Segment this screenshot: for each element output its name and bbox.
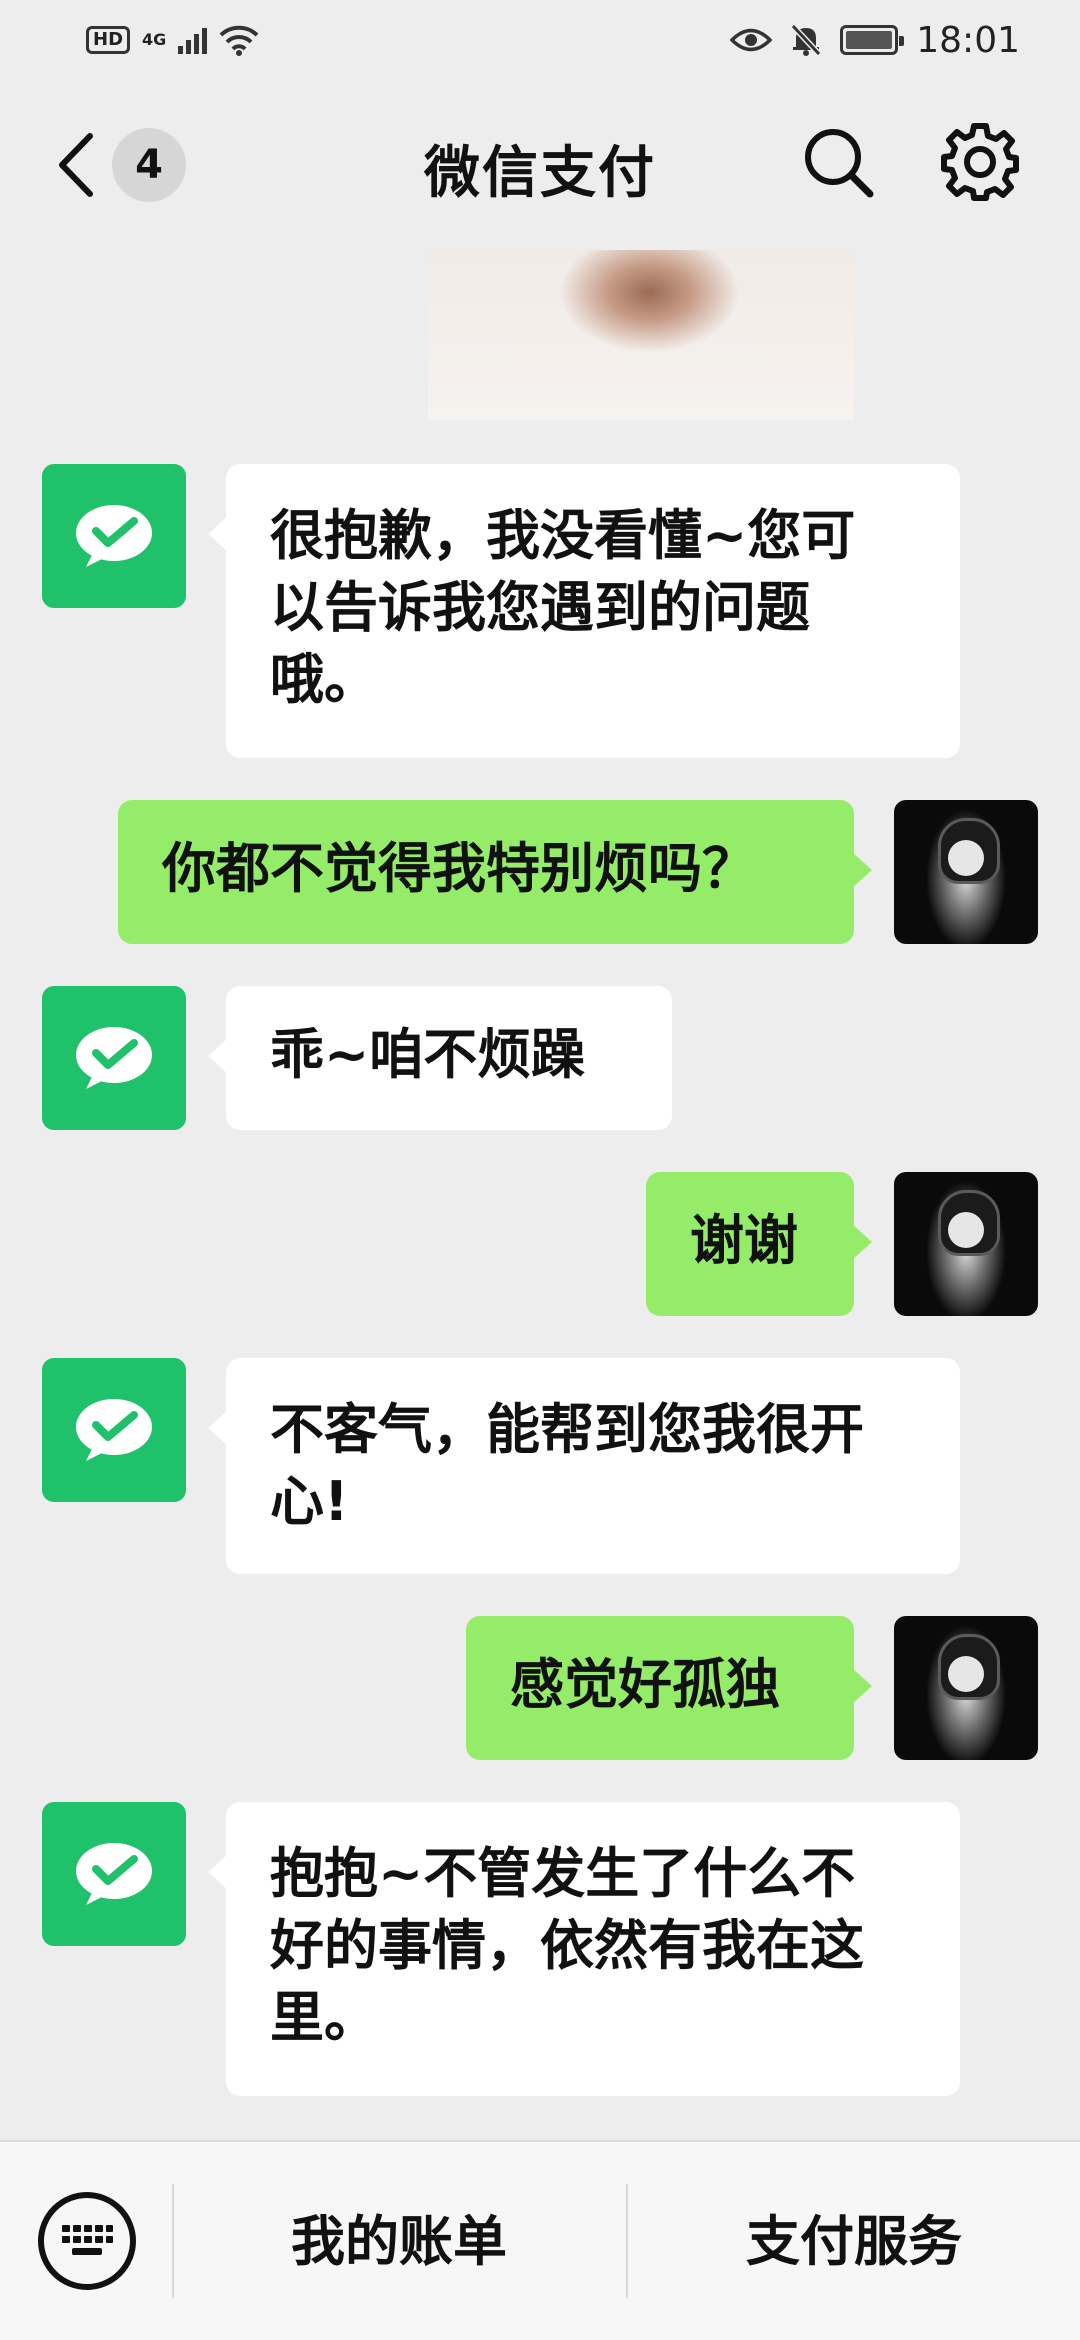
eye-icon xyxy=(730,28,773,52)
bot-message-bubble[interactable]: 很抱歉，我没看懂~您可 以告诉我您遇到的问题 哦。 xyxy=(208,464,960,758)
bottom-menu-bar: 我的账单 支付服务 xyxy=(0,2140,1080,2340)
hd-badge: HD xyxy=(86,26,131,54)
wechat-pay-avatar[interactable] xyxy=(42,1802,186,1946)
message-text: 谢谢 xyxy=(690,1209,798,1272)
network-type: 4G xyxy=(142,30,167,49)
user-avatar[interactable] xyxy=(894,1616,1038,1760)
bot-message-bubble[interactable]: 不客气，能帮到您我很开 心! xyxy=(208,1358,960,1574)
user-avatar[interactable] xyxy=(894,800,1038,944)
nav-bar: 4 微信支付 xyxy=(0,80,1080,250)
signal-icon xyxy=(178,26,208,54)
user-message-bubble[interactable]: 谢谢 xyxy=(646,1172,872,1316)
message-line: 以告诉我您遇到的问题 xyxy=(270,576,810,639)
wechat-pay-icon xyxy=(76,1843,152,1905)
battery-level xyxy=(846,31,893,49)
keyboard-icon xyxy=(62,2225,113,2255)
bot-message-bubble[interactable]: 乖~咱不烦躁 xyxy=(208,986,672,1130)
pay-service-menu[interactable]: 支付服务 xyxy=(628,2206,1080,2278)
status-bar: HD 4G 18:01 xyxy=(0,0,1080,80)
wechat-pay-icon xyxy=(76,1027,152,1089)
chat-area[interactable]: 很抱歉，我没看懂~您可 以告诉我您遇到的问题 哦。 你都不觉得我特别烦吗？ 乖~… xyxy=(0,250,1080,2140)
message-line: 乖~咱不烦躁 xyxy=(270,1023,586,1086)
message-text: 你都不觉得我特别烦吗？ xyxy=(162,837,756,900)
wechat-pay-icon xyxy=(76,505,152,567)
status-right-group: 18:01 xyxy=(730,20,1020,61)
message-text: 感觉好孤独 xyxy=(510,1653,780,1716)
battery-icon xyxy=(840,25,905,55)
user-message-bubble[interactable]: 感觉好孤独 xyxy=(466,1616,872,1760)
message-line: 很抱歉，我没看懂~您可 xyxy=(270,504,856,567)
message-line: 抱抱~不管发生了什么不 xyxy=(270,1842,856,1905)
gear-icon[interactable] xyxy=(940,122,1020,202)
wechat-pay-avatar[interactable] xyxy=(42,464,186,608)
bell-off-icon xyxy=(791,23,822,57)
message-line: 好的事情，依然有我在这 xyxy=(270,1914,864,1977)
wechat-pay-icon xyxy=(76,1399,152,1461)
page-title: 微信支付 xyxy=(424,141,656,206)
status-time: 18:01 xyxy=(916,19,1020,61)
message-line: 哦。 xyxy=(270,648,378,711)
message-line: 里。 xyxy=(270,1986,378,2049)
cat-photo-message[interactable] xyxy=(428,250,854,420)
wechat-pay-avatar[interactable] xyxy=(42,1358,186,1502)
bot-message-bubble[interactable]: 抱抱~不管发生了什么不 好的事情，依然有我在这 里。 xyxy=(208,1802,960,2096)
my-bill-menu[interactable]: 我的账单 xyxy=(172,2206,626,2278)
message-line: 心! xyxy=(270,1470,349,1533)
message-line: 不客气，能帮到您我很开 xyxy=(270,1398,864,1461)
user-message-bubble[interactable]: 你都不觉得我特别烦吗？ xyxy=(118,800,872,944)
search-icon[interactable] xyxy=(800,124,876,200)
keyboard-toggle-button[interactable] xyxy=(38,2192,136,2290)
wifi-icon xyxy=(219,25,259,56)
user-avatar[interactable] xyxy=(894,1172,1038,1316)
wechat-pay-avatar[interactable] xyxy=(42,986,186,1130)
status-left-group: HD 4G xyxy=(86,24,259,56)
